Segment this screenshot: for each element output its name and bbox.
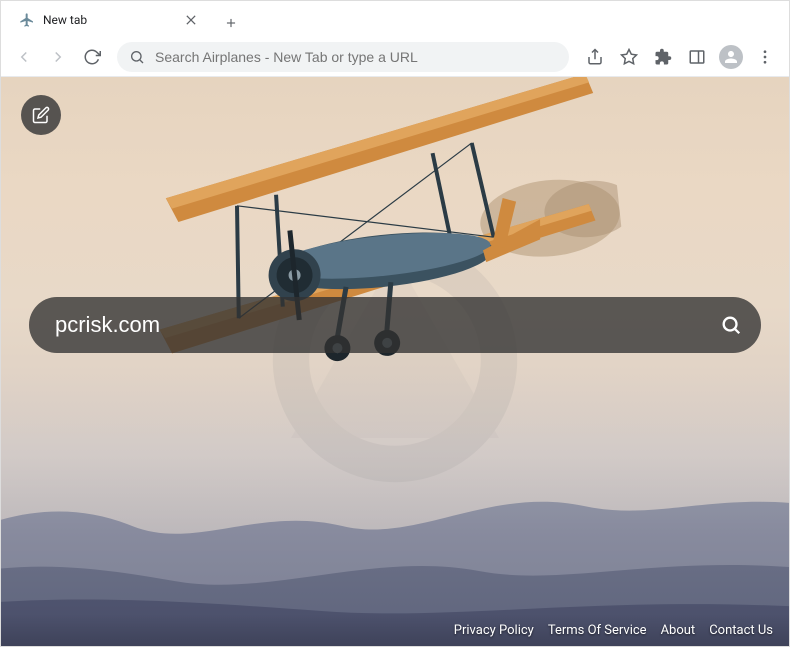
tab-title: New tab	[43, 13, 183, 27]
bookmark-icon[interactable]	[613, 42, 645, 72]
browser-tab[interactable]: New tab	[9, 3, 209, 37]
profile-avatar[interactable]	[715, 42, 747, 72]
search-button[interactable]	[711, 305, 751, 345]
avatar-icon	[719, 45, 743, 69]
new-tab-button[interactable]	[217, 9, 245, 37]
contact-us-link[interactable]: Contact Us	[709, 623, 773, 638]
extensions-icon[interactable]	[647, 42, 679, 72]
sidepanel-icon[interactable]	[681, 42, 713, 72]
toolbar	[1, 37, 789, 77]
page-content: Privacy Policy Terms Of Service About Co…	[1, 77, 789, 646]
menu-icon[interactable]	[749, 42, 781, 72]
about-link[interactable]: About	[661, 623, 696, 638]
privacy-policy-link[interactable]: Privacy Policy	[454, 623, 534, 638]
browser-window: New tab	[0, 0, 790, 647]
edit-background-button[interactable]	[21, 95, 61, 135]
toolbar-right	[579, 42, 781, 72]
terms-of-service-link[interactable]: Terms Of Service	[548, 623, 647, 638]
forward-button[interactable]	[43, 42, 73, 72]
reload-button[interactable]	[77, 42, 107, 72]
biplane-illustration	[104, 77, 638, 437]
tabstrip: New tab	[1, 1, 789, 37]
share-icon[interactable]	[579, 42, 611, 72]
footer-links: Privacy Policy Terms Of Service About Co…	[1, 614, 789, 646]
search-bar	[29, 297, 761, 353]
omnibox[interactable]	[117, 42, 569, 72]
address-input[interactable]	[155, 49, 557, 65]
airplane-favicon-icon	[19, 12, 35, 28]
search-icon	[129, 49, 145, 65]
search-input[interactable]	[55, 312, 711, 338]
back-button[interactable]	[9, 42, 39, 72]
tab-close-icon[interactable]	[183, 12, 199, 28]
